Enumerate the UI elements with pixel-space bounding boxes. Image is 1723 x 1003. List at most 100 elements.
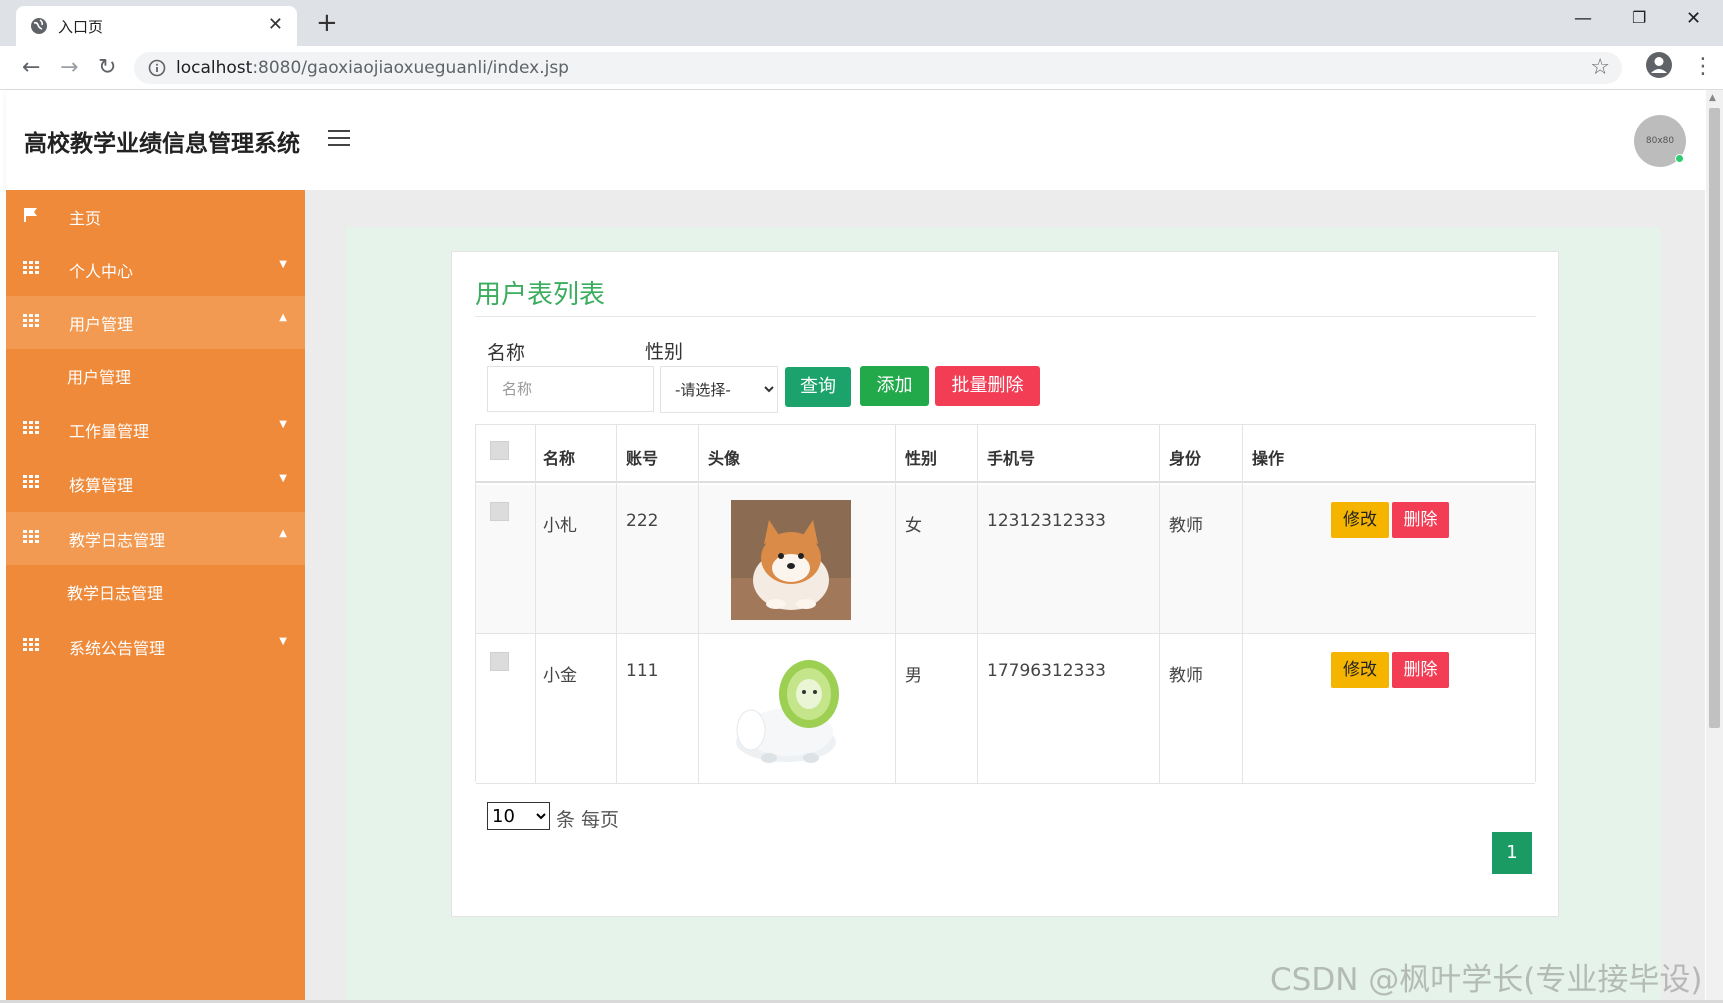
sidebar-item-label: 主页 — [69, 209, 102, 228]
cell-name: 小金 — [543, 666, 577, 686]
grid-icon — [23, 421, 39, 434]
edit-button[interactable]: 修改 — [1331, 652, 1389, 688]
cell-account: 111 — [626, 661, 659, 681]
bookmark-star-icon[interactable]: ☆ — [1590, 55, 1610, 80]
restore-icon[interactable]: ❐ — [1632, 8, 1646, 27]
sidebar-item-label: 系统公告管理 — [69, 639, 166, 658]
browser-menu-icon[interactable]: ⋮ — [1692, 54, 1714, 79]
tab-title: 入口页 — [58, 18, 104, 36]
sidebar-subitem-user-management[interactable]: 用户管理 — [6, 349, 305, 402]
scroll-up-arrow-icon[interactable]: ▲ — [1709, 93, 1716, 103]
cell-account: 222 — [626, 511, 659, 531]
reload-icon[interactable]: ↻ — [98, 55, 116, 80]
online-status-dot — [1675, 154, 1684, 163]
grid-icon — [23, 638, 39, 651]
grid-icon — [23, 261, 39, 274]
sidebar: 主页 个人中心 ▼ 用户管理 ▲ 用户管理 工作量管理 ▼ 核算管理 ▼ 教学日… — [6, 190, 305, 1003]
add-button[interactable]: 添加 — [860, 366, 929, 406]
flag-icon — [24, 208, 37, 222]
name-label: 名称 — [487, 342, 526, 364]
pagination-page-1[interactable]: 1 — [1492, 832, 1532, 874]
caret-down-icon: ▼ — [279, 636, 287, 647]
column-header-avatar[interactable]: 头像 — [708, 445, 740, 469]
url-text[interactable]: localhost:8080/gaoxiaojiaoxueguanli/inde… — [176, 58, 569, 78]
app-title: 高校教学业绩信息管理系统 — [24, 131, 300, 157]
cell-phone: 17796312333 — [987, 661, 1106, 681]
browser-tab[interactable]: 入口页 ✕ — [16, 6, 297, 46]
column-divider — [698, 425, 699, 783]
cell-name: 小札 — [543, 516, 577, 536]
address-bar: ← → ↻ localhost:8080/gaoxiaojiaoxueguanl… — [0, 46, 1723, 90]
watermark-text: CSDN @枫叶学长(专业接毕设) — [1270, 962, 1703, 998]
sidebar-item-home[interactable]: 主页 — [6, 190, 305, 243]
cell-gender: 女 — [905, 516, 922, 536]
forward-icon[interactable]: → — [60, 55, 78, 80]
column-divider — [535, 425, 536, 783]
column-header-phone[interactable]: 手机号 — [987, 445, 1035, 469]
gender-label: 性别 — [645, 341, 684, 363]
hamburger-menu-icon[interactable] — [328, 130, 350, 148]
column-header-name[interactable]: 名称 — [543, 445, 575, 469]
back-icon[interactable]: ← — [22, 55, 40, 80]
column-divider — [1159, 425, 1160, 783]
row-checkbox[interactable] — [490, 502, 509, 521]
sidebar-item-label: 教学日志管理 — [67, 584, 164, 603]
bulk-delete-button[interactable]: 批量删除 — [935, 366, 1040, 406]
info-icon[interactable] — [148, 59, 166, 77]
app-header: 高校教学业绩信息管理系统 80x80 — [6, 90, 1706, 190]
user-list-card: 用户表列表 名称 性别 -请选择- 查询 添加 批量删除 名称 账号 头像 性别… — [451, 251, 1559, 917]
shiba-dog-photo — [731, 500, 851, 620]
sidebar-item-label: 用户管理 — [69, 315, 134, 334]
page-title: 用户表列表 — [475, 280, 606, 310]
caret-up-icon: ▲ — [279, 312, 287, 323]
row-checkbox[interactable] — [490, 652, 509, 671]
sidebar-item-teaching-log-management[interactable]: 教学日志管理 ▲ — [6, 512, 305, 565]
cell-role: 教师 — [1169, 666, 1203, 686]
browser-tab-bar: 入口页 ✕ + — ❐ ✕ — [0, 0, 1723, 46]
sidebar-item-label: 核算管理 — [69, 476, 134, 495]
caret-down-icon: ▼ — [279, 419, 287, 430]
column-header-gender[interactable]: 性别 — [905, 445, 937, 469]
cell-phone: 12312312333 — [987, 511, 1106, 531]
delete-button[interactable]: 删除 — [1392, 652, 1449, 688]
edit-button[interactable]: 修改 — [1331, 502, 1389, 538]
sidebar-item-label: 个人中心 — [69, 262, 134, 281]
caret-down-icon: ▼ — [279, 259, 287, 270]
gender-select[interactable]: -请选择- — [660, 366, 778, 413]
omnibox[interactable]: localhost:8080/gaoxiaojiaoxueguanli/inde… — [134, 52, 1622, 84]
select-all-checkbox[interactable] — [490, 441, 509, 460]
sidebar-item-user-management[interactable]: 用户管理 ▲ — [6, 296, 305, 349]
column-divider — [616, 425, 617, 783]
sidebar-item-label: 教学日志管理 — [69, 531, 166, 550]
account-icon[interactable] — [1645, 51, 1673, 79]
table-row: 小札 222 女 12312312333 教师 修改 删除 — [476, 485, 1535, 634]
minimize-icon[interactable]: — — [1574, 8, 1592, 29]
column-header-actions: 操作 — [1252, 449, 1285, 468]
sidebar-item-accounting-management[interactable]: 核算管理 ▼ — [6, 457, 305, 510]
query-button[interactable]: 查询 — [785, 367, 851, 407]
title-divider — [475, 316, 1536, 317]
cabbage-dog-photo — [731, 650, 851, 770]
page-size-select[interactable]: 10 — [487, 802, 550, 830]
cell-role: 教师 — [1169, 516, 1203, 536]
new-tab-icon[interactable]: + — [316, 8, 338, 38]
sidebar-item-workload-management[interactable]: 工作量管理 ▼ — [6, 403, 305, 456]
column-divider — [977, 425, 978, 783]
scrollbar-thumb[interactable] — [1709, 108, 1720, 728]
sidebar-subitem-teaching-log-management[interactable]: 教学日志管理 — [6, 565, 305, 618]
delete-button[interactable]: 删除 — [1392, 502, 1449, 538]
sidebar-item-personal-center[interactable]: 个人中心 ▼ — [6, 243, 305, 296]
name-search-input[interactable] — [487, 366, 654, 412]
grid-icon — [23, 314, 39, 327]
column-header-role[interactable]: 身份 — [1169, 445, 1201, 469]
grid-icon — [23, 475, 39, 488]
close-tab-icon[interactable]: ✕ — [268, 14, 283, 35]
column-header-account[interactable]: 账号 — [626, 445, 658, 469]
table-row: 小金 111 男 17796312333 教师 修改 删除 — [476, 635, 1535, 784]
cell-gender: 男 — [905, 666, 922, 686]
user-table: 名称 账号 头像 性别 手机号 身份 操作 小札 222 女 123123123… — [475, 424, 1536, 784]
caret-up-icon: ▲ — [279, 528, 287, 539]
sidebar-item-announcement-management[interactable]: 系统公告管理 ▼ — [6, 620, 305, 673]
close-window-icon[interactable]: ✕ — [1686, 8, 1701, 29]
column-divider — [895, 425, 896, 783]
